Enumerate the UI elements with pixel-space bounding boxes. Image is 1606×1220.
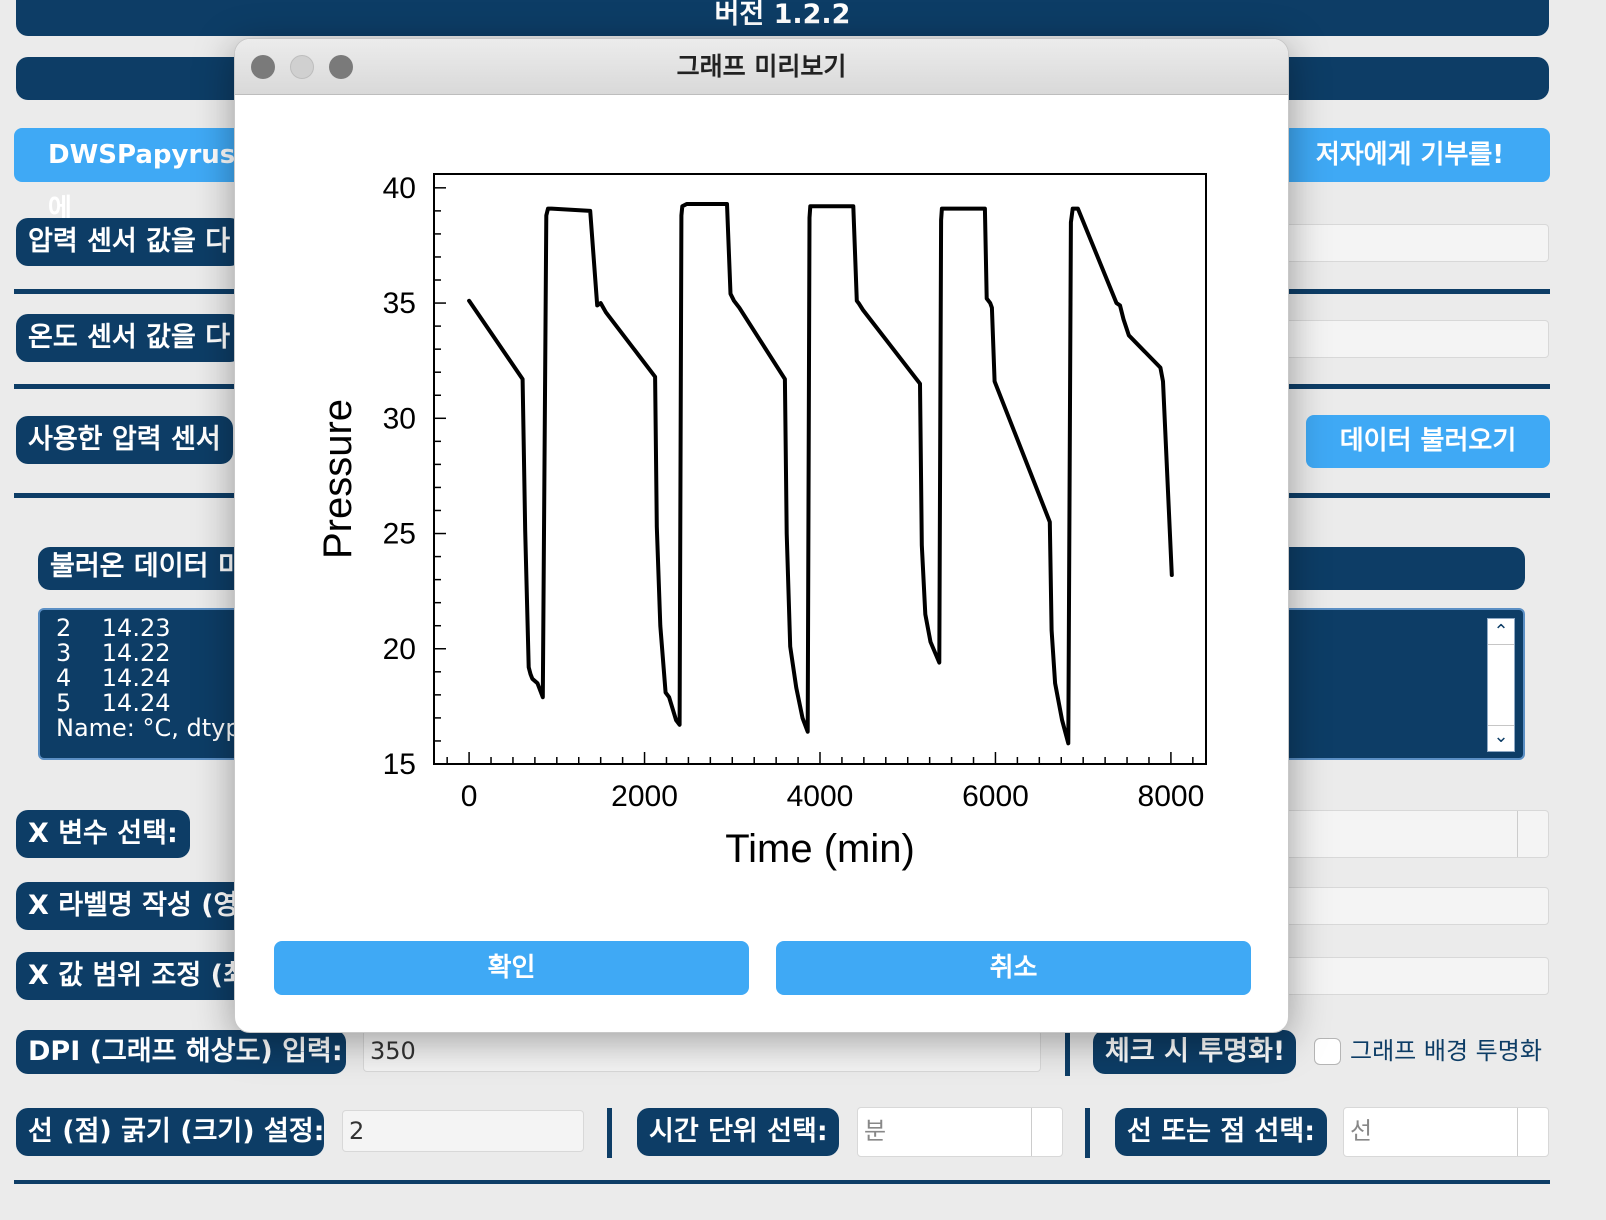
line-width-input[interactable]: 2 xyxy=(342,1110,584,1152)
y-tick-label: 30 xyxy=(383,402,416,435)
promo-left-button[interactable]: DWSPapyrus에 xyxy=(14,128,254,224)
transparent-checkbox[interactable] xyxy=(1314,1038,1341,1065)
donate-text: 저자에게 기부를! xyxy=(1315,140,1505,170)
ok-button[interactable]: 확인 xyxy=(274,941,749,995)
y-tick-label: 35 xyxy=(383,287,416,320)
x-tick-label: 2000 xyxy=(611,780,678,813)
time-unit-value: 분 xyxy=(864,1117,887,1145)
transparent-checkbox-label: 그래프 배경 투명화 xyxy=(1350,1037,1542,1065)
line-point-select[interactable]: 선 xyxy=(1343,1107,1549,1157)
x-label-label: X 라벨명 작성 (영 xyxy=(16,882,251,930)
cancel-text: 취소 xyxy=(989,953,1038,983)
x-tick-label: 0 xyxy=(461,780,478,813)
preview-scrollbar[interactable]: ⌃ ⌄ xyxy=(1487,618,1515,752)
divider xyxy=(607,1108,612,1158)
load-data-text: 데이터 불러오기 xyxy=(1339,426,1517,456)
load-data-button[interactable]: 데이터 불러오기 xyxy=(1306,415,1550,468)
divider xyxy=(1085,1108,1090,1158)
dpi-value: 350 xyxy=(370,1037,416,1065)
promo-left-text: DWSPapyrus에 xyxy=(48,140,236,224)
y-tick-label: 40 xyxy=(383,172,416,205)
line-width-label: 선 (점) 굵기 (크기) 설정: xyxy=(16,1108,324,1156)
time-unit-select-divider xyxy=(1031,1108,1032,1156)
dialog-title: 그래프 미리보기 xyxy=(676,52,847,81)
dpi-input[interactable]: 350 xyxy=(363,1030,1041,1072)
donate-button[interactable]: 저자에게 기부를! xyxy=(1270,128,1550,182)
dialog-titlebar[interactable]: 그래프 미리보기 xyxy=(235,39,1288,95)
x-range-label: X 값 범위 조정 (최 xyxy=(16,952,260,1000)
x-label-input[interactable] xyxy=(1280,887,1549,925)
x-tick-label: 8000 xyxy=(1138,780,1205,813)
x-var-select-divider xyxy=(1517,811,1518,857)
line-point-select-divider xyxy=(1517,1108,1518,1156)
pressure-chart: 15 20 25 30 35 40 0 2000 4000 6000 8000 Time (min) P… xyxy=(316,172,1207,871)
line-width-value: 2 xyxy=(349,1117,365,1145)
graph-preview-dialog: 그래프 미리보기 15 20 25 30 35 40 0 2000 4000 6000 8000 Ti… xyxy=(234,38,1289,1033)
y-axis-label: Pressure xyxy=(316,399,360,559)
line-point-value: 선 xyxy=(1350,1117,1373,1145)
y-tick-label: 15 xyxy=(383,748,416,781)
x-axis-label: Time (min) xyxy=(725,827,915,871)
loaded-data-label: 불러온 데이터 미 xyxy=(50,551,243,582)
divider xyxy=(14,1180,1550,1184)
x-tick-label: 4000 xyxy=(787,780,854,813)
version-text: 버전 1.2.2 xyxy=(714,0,851,30)
version-banner: 버전 1.2.2 xyxy=(16,0,1549,36)
line-point-label: 선 또는 점 선택: xyxy=(1115,1108,1327,1156)
temp-data-label: 온도 센서 값을 다 xyxy=(16,314,243,362)
x-range-input[interactable] xyxy=(1280,957,1549,995)
scroll-down-icon[interactable]: ⌄ xyxy=(1488,725,1514,751)
x-var-select[interactable] xyxy=(1280,810,1549,858)
scroll-up-icon[interactable]: ⌃ xyxy=(1488,619,1514,645)
dpi-label: DPI (그래프 해상도) 입력: xyxy=(16,1030,346,1074)
pressure-data-field[interactable] xyxy=(1280,224,1549,262)
x-tick-label: 6000 xyxy=(962,780,1029,813)
pressure-data-label: 압력 센서 값을 다 xyxy=(16,218,243,266)
y-tick-label: 20 xyxy=(383,633,416,666)
time-unit-select[interactable]: 분 xyxy=(857,1107,1063,1157)
y-tick-label: 25 xyxy=(383,518,416,551)
cancel-button[interactable]: 취소 xyxy=(776,941,1251,995)
x-var-label: X 변수 선택: xyxy=(16,810,190,858)
temp-data-field[interactable] xyxy=(1280,320,1549,358)
plot-frame xyxy=(433,173,1207,765)
divider xyxy=(1065,1030,1070,1076)
sensor-label: 사용한 압력 센서 xyxy=(16,416,233,464)
transparent-label: 체크 시 투명화! xyxy=(1093,1030,1296,1074)
time-unit-label: 시간 단위 선택: xyxy=(637,1108,839,1156)
ok-text: 확인 xyxy=(487,953,536,983)
